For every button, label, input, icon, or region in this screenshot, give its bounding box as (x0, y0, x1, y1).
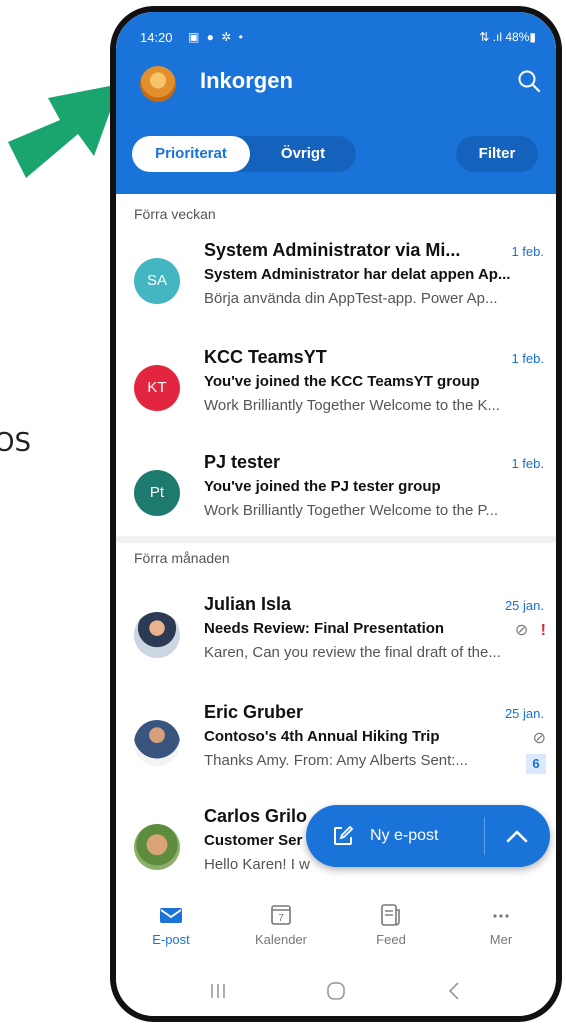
email-sender: KCC TeamsYT (204, 347, 327, 367)
tab-other[interactable]: Övrigt (250, 136, 356, 172)
email-sender: Carlos Grilo (204, 806, 308, 826)
email-date: 25 jan. (504, 598, 544, 613)
thread-count-badge: 6 (526, 754, 546, 774)
feed-icon (381, 904, 400, 926)
email-subject: Contoso's 4th Annual Hiking Trip (204, 728, 440, 745)
status-notification-icons: ▣ ● ✲ • (188, 30, 245, 44)
email-subject: You've joined the KCC TeamsYT group (204, 373, 480, 390)
email-flags: ⊘ (533, 728, 546, 748)
recent-apps-icon[interactable] (198, 976, 238, 1006)
tab-more[interactable]: Mer (446, 902, 556, 947)
email-preview: Thanks Amy. From: Amy Alberts Sent:... (204, 752, 468, 769)
email-preview: Karen, Can you review the final draft of… (204, 644, 501, 661)
tab-more-label: Mer (489, 932, 513, 947)
back-icon[interactable] (434, 976, 474, 1006)
sender-avatar: KT (134, 365, 180, 411)
inbox-tab-group: Prioriterat Övrigt (132, 136, 356, 172)
partial-side-text: OS (0, 428, 31, 458)
tab-feed[interactable]: Feed (336, 902, 446, 947)
tab-email[interactable]: E-post (116, 902, 226, 947)
email-row[interactable]: Eric Gruber 25 jan. Contoso's 4th Annual… (116, 700, 556, 792)
email-sender: Julian Isla (204, 594, 292, 614)
more-icon (493, 914, 509, 918)
email-sender: Eric Gruber (204, 702, 304, 722)
attachment-icon: ⊘ (514, 622, 529, 639)
email-date: 1 feb. (511, 351, 544, 366)
email-row[interactable]: SA System Administrator via Mi... 1 feb.… (116, 238, 556, 330)
sender-avatar: Pt (134, 470, 180, 516)
email-row[interactable]: Pt PJ tester 1 feb. You've joined the PJ… (116, 450, 556, 542)
sender-avatar (134, 824, 180, 870)
email-preview: Work Brilliantly Together Welcome to the… (204, 397, 500, 414)
system-nav-bar (116, 966, 556, 1016)
email-date: 1 feb. (511, 244, 544, 259)
status-battery-signal: ⇅ .ıl 48%▮ (479, 30, 536, 44)
tab-calendar[interactable]: 7 Kalender (226, 902, 336, 947)
tab-prioritized[interactable]: Prioriterat (132, 136, 250, 172)
status-bar: 14:20 ▣ ● ✲ • ⇅ .ıl 48%▮ (140, 30, 536, 50)
attachment-icon: ⊘ (532, 730, 546, 747)
search-icon[interactable] (516, 68, 542, 94)
section-divider (116, 536, 556, 543)
email-preview: Work Brilliantly Together Welcome to the… (204, 502, 499, 519)
email-preview: Börja använda din AppTest-app. Power Ap.… (204, 290, 498, 307)
sender-avatar (134, 720, 180, 766)
email-date: 25 jan. (504, 706, 544, 721)
tab-feed-label: Feed (376, 932, 406, 947)
section-last-month: Förra månaden (134, 550, 230, 566)
home-icon[interactable] (316, 976, 356, 1006)
calendar-icon: 7 (271, 905, 291, 925)
pointer-arrow-icon (8, 84, 120, 178)
email-subject: Needs Review: Final Presentation (204, 620, 445, 637)
filter-button[interactable]: Filter (456, 136, 538, 172)
inbox-header: 14:20 ▣ ● ✲ • ⇅ .ıl 48%▮ Inkorgen Priori… (116, 12, 556, 194)
email-row[interactable]: Julian Isla 25 jan. Needs Review: Final … (116, 592, 556, 684)
section-last-week: Förra veckan (134, 206, 216, 222)
chevron-up-icon[interactable] (484, 805, 550, 867)
calendar-day: 7 (278, 913, 284, 924)
compose-action[interactable]: Ny e-post (332, 805, 438, 867)
important-icon: ! (540, 622, 546, 639)
account-avatar[interactable] (140, 66, 176, 102)
mail-icon (160, 908, 182, 923)
email-sender: System Administrator via Mi... (204, 240, 461, 260)
email-flags: ⊘ ! (515, 620, 546, 640)
phone-frame: 14:20 ▣ ● ✲ • ⇅ .ıl 48%▮ Inkorgen Priori… (110, 6, 562, 1022)
email-sender: PJ tester (204, 452, 281, 472)
status-time: 14:20 (140, 30, 173, 45)
bottom-tab-bar: E-post 7 Kalender Feed Mer (116, 896, 556, 962)
sender-avatar (134, 612, 180, 658)
sender-avatar: SA (134, 258, 180, 304)
tab-calendar-label: Kalender (254, 932, 308, 947)
email-row[interactable]: KT KCC TeamsYT 1 feb. You've joined the … (116, 345, 556, 437)
email-subject: System Administrator har delat appen Ap.… (204, 266, 511, 283)
new-email-label: Ny e-post (370, 827, 439, 844)
email-preview: Hello Karen! I w (204, 856, 310, 873)
email-subject: You've joined the PJ tester group (204, 478, 441, 495)
email-subject: Customer Ser (204, 832, 303, 849)
tab-email-label: E-post (152, 932, 190, 947)
email-date: 1 feb. (511, 456, 544, 471)
outlook-screen: 14:20 ▣ ● ✲ • ⇅ .ıl 48%▮ Inkorgen Priori… (116, 12, 556, 1016)
compose-icon (334, 825, 354, 845)
page-title: Inkorgen (200, 68, 293, 93)
new-email-button[interactable]: Ny e-post (306, 805, 550, 867)
